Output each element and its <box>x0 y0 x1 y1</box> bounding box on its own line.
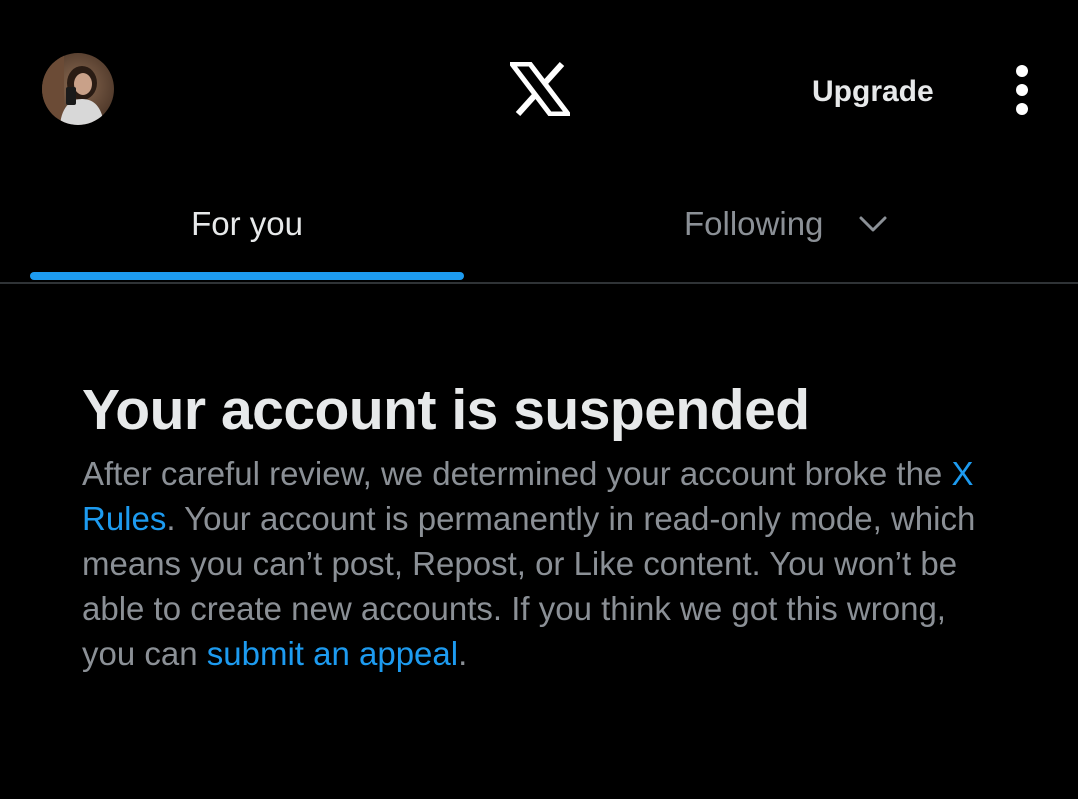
top-bar: Upgrade <box>0 0 1078 180</box>
profile-avatar[interactable] <box>42 53 114 125</box>
more-options-icon[interactable] <box>1000 62 1044 120</box>
upgrade-button[interactable]: Upgrade <box>812 72 934 112</box>
tab-following[interactable]: Following <box>494 180 1078 283</box>
x-logo-icon[interactable] <box>506 61 574 117</box>
tab-for-you[interactable]: For you <box>0 180 494 283</box>
message-text-end: . <box>458 635 468 672</box>
chevron-down-icon[interactable] <box>858 214 888 234</box>
active-tab-indicator <box>30 272 464 280</box>
suspension-title: Your account is suspended <box>82 378 810 442</box>
suspension-notice: Your account is suspended After careful … <box>82 372 1002 676</box>
timeline-tabs: For you Following <box>0 180 1078 283</box>
suspension-message: After careful review, we determined your… <box>82 451 982 676</box>
tabs-divider <box>0 282 1078 284</box>
avatar-photo <box>42 53 114 125</box>
message-text-1: After careful review, we determined your… <box>82 455 952 492</box>
submit-appeal-link[interactable]: submit an appeal <box>207 635 458 672</box>
tab-following-label: Following <box>684 205 824 242</box>
tab-for-you-label: For you <box>191 205 303 242</box>
